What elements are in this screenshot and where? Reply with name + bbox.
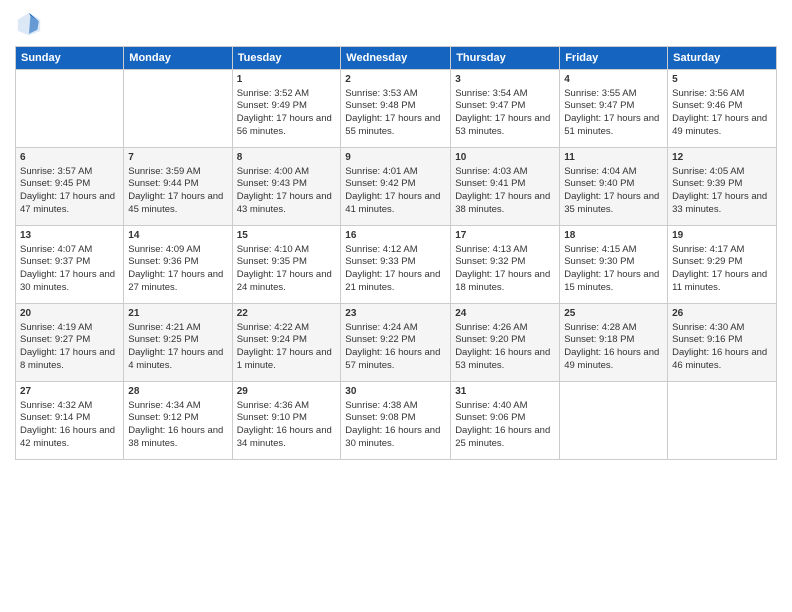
calendar-table: SundayMondayTuesdayWednesdayThursdayFrid… xyxy=(15,46,777,460)
day-number: 27 xyxy=(20,385,119,399)
weekday-header: Tuesday xyxy=(232,47,341,70)
weekday-header: Thursday xyxy=(451,47,560,70)
day-number: 4 xyxy=(564,73,663,87)
calendar-row: 13Sunrise: 4:07 AMSunset: 9:37 PMDayligh… xyxy=(16,226,777,304)
day-number: 21 xyxy=(128,307,227,321)
day-number: 25 xyxy=(564,307,663,321)
day-number: 2 xyxy=(345,73,446,87)
calendar-row: 1Sunrise: 3:52 AMSunset: 9:49 PMDaylight… xyxy=(16,70,777,148)
calendar-cell: 8Sunrise: 4:00 AMSunset: 9:43 PMDaylight… xyxy=(232,148,341,226)
calendar-row: 27Sunrise: 4:32 AMSunset: 9:14 PMDayligh… xyxy=(16,382,777,460)
calendar-cell: 13Sunrise: 4:07 AMSunset: 9:37 PMDayligh… xyxy=(16,226,124,304)
day-number: 5 xyxy=(672,73,772,87)
calendar-cell: 2Sunrise: 3:53 AMSunset: 9:48 PMDaylight… xyxy=(341,70,451,148)
calendar-cell: 10Sunrise: 4:03 AMSunset: 9:41 PMDayligh… xyxy=(451,148,560,226)
calendar-cell: 28Sunrise: 4:34 AMSunset: 9:12 PMDayligh… xyxy=(124,382,232,460)
calendar-cell xyxy=(560,382,668,460)
calendar-cell: 6Sunrise: 3:57 AMSunset: 9:45 PMDaylight… xyxy=(16,148,124,226)
day-number: 3 xyxy=(455,73,555,87)
day-number: 11 xyxy=(564,151,663,165)
day-number: 29 xyxy=(237,385,337,399)
weekday-header: Friday xyxy=(560,47,668,70)
calendar-cell: 30Sunrise: 4:38 AMSunset: 9:08 PMDayligh… xyxy=(341,382,451,460)
calendar-cell: 9Sunrise: 4:01 AMSunset: 9:42 PMDaylight… xyxy=(341,148,451,226)
calendar-cell: 29Sunrise: 4:36 AMSunset: 9:10 PMDayligh… xyxy=(232,382,341,460)
page: SundayMondayTuesdayWednesdayThursdayFrid… xyxy=(0,0,792,612)
header-row: SundayMondayTuesdayWednesdayThursdayFrid… xyxy=(16,47,777,70)
day-number: 15 xyxy=(237,229,337,243)
day-number: 7 xyxy=(128,151,227,165)
calendar-cell: 3Sunrise: 3:54 AMSunset: 9:47 PMDaylight… xyxy=(451,70,560,148)
calendar-cell: 5Sunrise: 3:56 AMSunset: 9:46 PMDaylight… xyxy=(668,70,777,148)
calendar-cell: 26Sunrise: 4:30 AMSunset: 9:16 PMDayligh… xyxy=(668,304,777,382)
calendar-cell: 25Sunrise: 4:28 AMSunset: 9:18 PMDayligh… xyxy=(560,304,668,382)
day-number: 26 xyxy=(672,307,772,321)
calendar-cell: 18Sunrise: 4:15 AMSunset: 9:30 PMDayligh… xyxy=(560,226,668,304)
calendar-cell: 21Sunrise: 4:21 AMSunset: 9:25 PMDayligh… xyxy=(124,304,232,382)
calendar-cell: 24Sunrise: 4:26 AMSunset: 9:20 PMDayligh… xyxy=(451,304,560,382)
calendar-cell: 17Sunrise: 4:13 AMSunset: 9:32 PMDayligh… xyxy=(451,226,560,304)
calendar-cell: 20Sunrise: 4:19 AMSunset: 9:27 PMDayligh… xyxy=(16,304,124,382)
calendar-cell: 15Sunrise: 4:10 AMSunset: 9:35 PMDayligh… xyxy=(232,226,341,304)
logo-icon xyxy=(15,10,43,38)
calendar-cell: 31Sunrise: 4:40 AMSunset: 9:06 PMDayligh… xyxy=(451,382,560,460)
day-number: 1 xyxy=(237,73,337,87)
day-number: 17 xyxy=(455,229,555,243)
day-number: 9 xyxy=(345,151,446,165)
calendar-cell: 12Sunrise: 4:05 AMSunset: 9:39 PMDayligh… xyxy=(668,148,777,226)
calendar-cell: 23Sunrise: 4:24 AMSunset: 9:22 PMDayligh… xyxy=(341,304,451,382)
calendar-cell: 1Sunrise: 3:52 AMSunset: 9:49 PMDaylight… xyxy=(232,70,341,148)
day-number: 12 xyxy=(672,151,772,165)
calendar-cell: 16Sunrise: 4:12 AMSunset: 9:33 PMDayligh… xyxy=(341,226,451,304)
calendar-header: SundayMondayTuesdayWednesdayThursdayFrid… xyxy=(16,47,777,70)
day-number: 19 xyxy=(672,229,772,243)
calendar-cell xyxy=(124,70,232,148)
weekday-header: Sunday xyxy=(16,47,124,70)
day-number: 31 xyxy=(455,385,555,399)
calendar-cell: 11Sunrise: 4:04 AMSunset: 9:40 PMDayligh… xyxy=(560,148,668,226)
day-number: 30 xyxy=(345,385,446,399)
calendar-cell: 7Sunrise: 3:59 AMSunset: 9:44 PMDaylight… xyxy=(124,148,232,226)
day-number: 18 xyxy=(564,229,663,243)
day-number: 10 xyxy=(455,151,555,165)
day-number: 24 xyxy=(455,307,555,321)
calendar-cell: 4Sunrise: 3:55 AMSunset: 9:47 PMDaylight… xyxy=(560,70,668,148)
day-number: 13 xyxy=(20,229,119,243)
day-number: 22 xyxy=(237,307,337,321)
day-number: 23 xyxy=(345,307,446,321)
logo xyxy=(15,10,47,38)
day-number: 16 xyxy=(345,229,446,243)
weekday-header: Saturday xyxy=(668,47,777,70)
weekday-header: Monday xyxy=(124,47,232,70)
calendar-cell: 19Sunrise: 4:17 AMSunset: 9:29 PMDayligh… xyxy=(668,226,777,304)
day-number: 6 xyxy=(20,151,119,165)
day-number: 28 xyxy=(128,385,227,399)
day-number: 8 xyxy=(237,151,337,165)
calendar-cell: 14Sunrise: 4:09 AMSunset: 9:36 PMDayligh… xyxy=(124,226,232,304)
header xyxy=(15,10,777,38)
day-number: 14 xyxy=(128,229,227,243)
calendar-cell: 27Sunrise: 4:32 AMSunset: 9:14 PMDayligh… xyxy=(16,382,124,460)
calendar-cell: 22Sunrise: 4:22 AMSunset: 9:24 PMDayligh… xyxy=(232,304,341,382)
calendar-row: 6Sunrise: 3:57 AMSunset: 9:45 PMDaylight… xyxy=(16,148,777,226)
weekday-header: Wednesday xyxy=(341,47,451,70)
calendar-row: 20Sunrise: 4:19 AMSunset: 9:27 PMDayligh… xyxy=(16,304,777,382)
calendar-cell xyxy=(16,70,124,148)
calendar-cell xyxy=(668,382,777,460)
calendar-body: 1Sunrise: 3:52 AMSunset: 9:49 PMDaylight… xyxy=(16,70,777,460)
day-number: 20 xyxy=(20,307,119,321)
